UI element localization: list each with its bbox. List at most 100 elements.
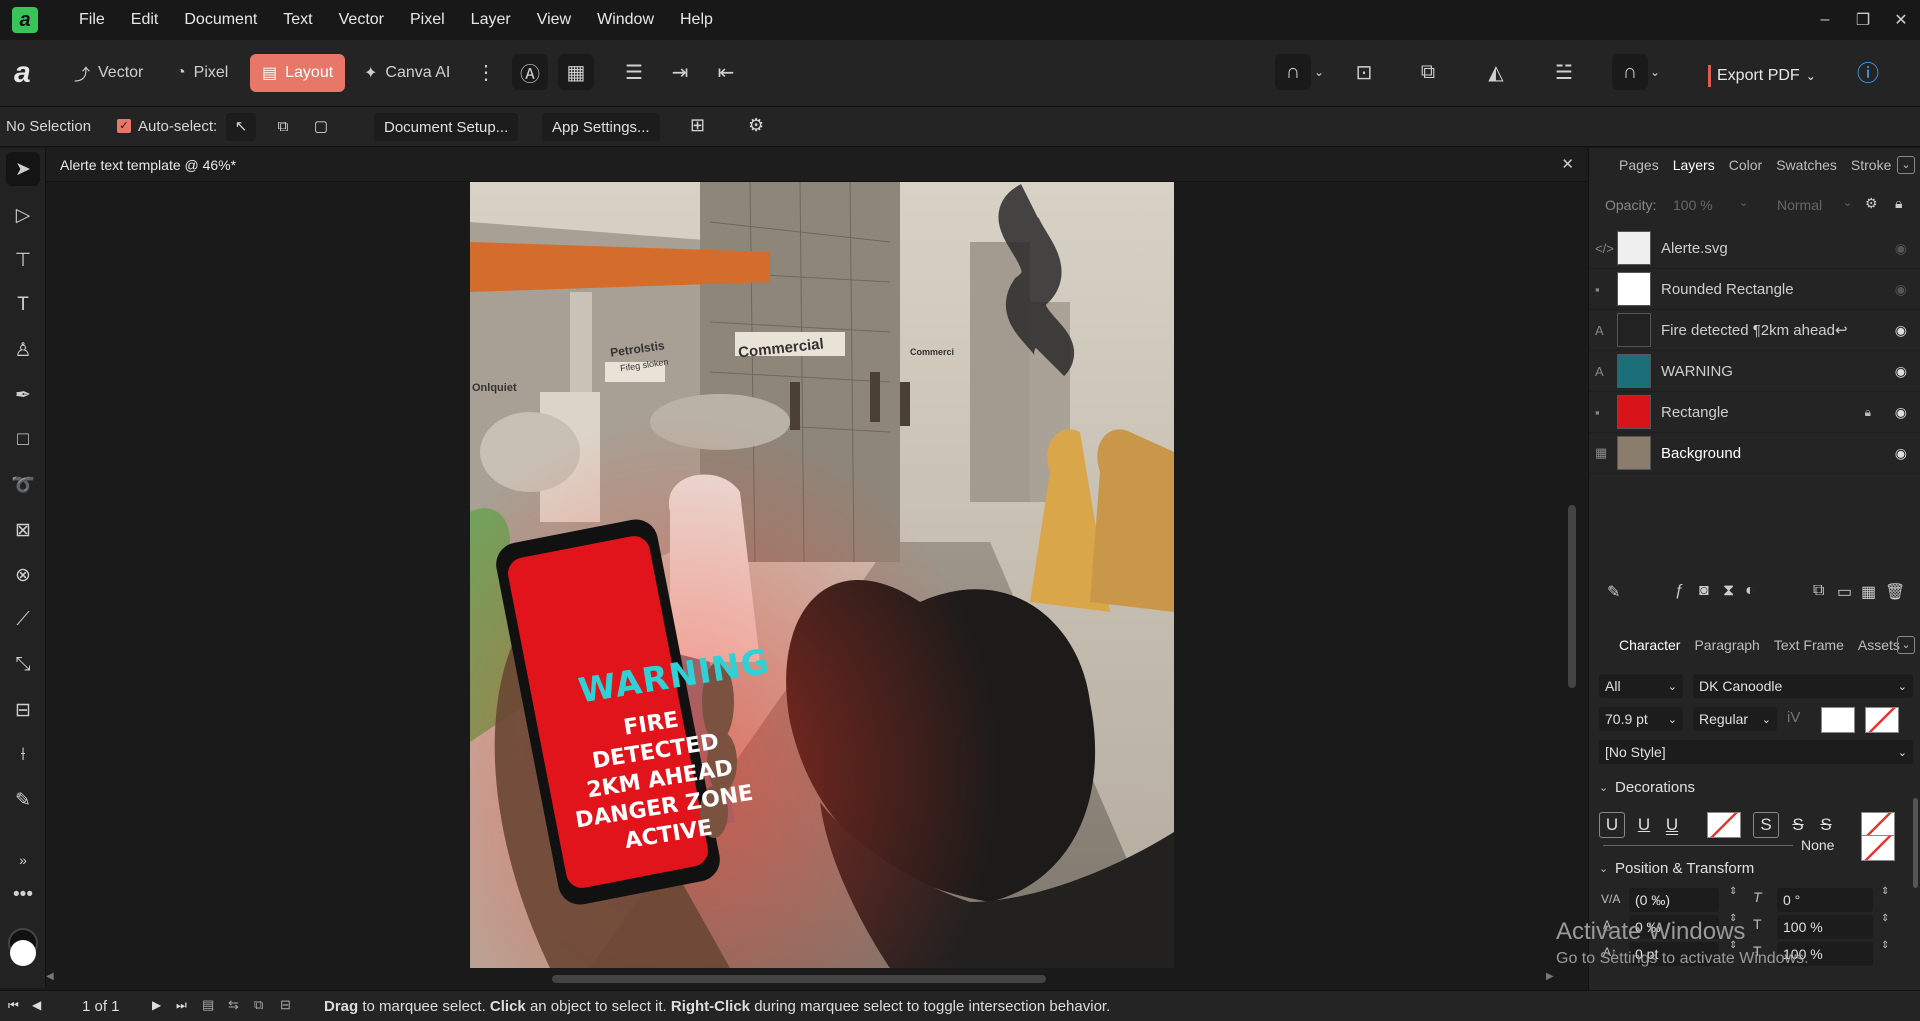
delete-layer-icon[interactable]: 🗑︎ xyxy=(1885,582,1905,602)
mask-icon[interactable]: ◙ xyxy=(1699,582,1709,600)
guides-icon[interactable]: ⊞ xyxy=(690,115,705,136)
layer-settings-icon[interactable]: ⚙ xyxy=(1865,195,1878,212)
tracking-field[interactable]: (0 ‰) xyxy=(1629,888,1719,912)
layer-row[interactable]: A Fire detected ¶2km ahead↩ ◉ xyxy=(1589,310,1920,351)
document-tab[interactable]: Alerte text template @ 46%* ✕ xyxy=(46,148,1586,182)
strikethrough-single-icon[interactable]: S xyxy=(1785,812,1811,838)
strikethrough-double-icon[interactable]: S xyxy=(1813,812,1839,838)
snapping-icon[interactable]: ∩ xyxy=(1275,54,1311,90)
underline-color-swatch[interactable] xyxy=(1707,812,1741,838)
auto-select-checkbox[interactable]: ✓ xyxy=(117,119,131,133)
move-tool-icon[interactable]: ➤ xyxy=(6,152,40,186)
font-family-select[interactable]: DK Canoodle ⌄ xyxy=(1693,674,1913,698)
outdent-icon[interactable]: ⇤ xyxy=(708,54,744,90)
decorations-title[interactable]: Decorations xyxy=(1615,779,1695,796)
grid-icon[interactable]: ▦ xyxy=(558,54,594,90)
pages-view-icon[interactable]: ⧉ xyxy=(254,997,263,1013)
menu-layer[interactable]: Layer xyxy=(458,11,524,29)
layer-row[interactable]: A WARNING ◉ xyxy=(1589,351,1920,392)
stamp-tool-icon[interactable]: ♙ xyxy=(6,333,40,367)
document-setup-button[interactable]: Document Setup... xyxy=(374,113,519,141)
fx-icon[interactable]: ƒ xyxy=(1675,582,1684,600)
tab-character[interactable]: Character xyxy=(1619,637,1680,653)
add-group-icon[interactable]: ▭ xyxy=(1837,582,1852,602)
restore-icon[interactable]: ❐ xyxy=(1844,10,1882,30)
opacity-dropdown-icon[interactable]: ⌄ xyxy=(1739,196,1748,209)
tab-color[interactable]: Color xyxy=(1729,157,1762,173)
decoration-fill-swatch[interactable] xyxy=(1861,835,1895,861)
tracking-stepper-icon[interactable]: ⇕ xyxy=(1729,886,1737,897)
select-pointer-icon[interactable]: ↖ xyxy=(226,113,256,141)
align-icon[interactable]: ☱ xyxy=(1546,54,1582,90)
canvas-area[interactable]: WARNING FIRE DETECTED 2KM AHEAD DANGER Z… xyxy=(46,182,1624,982)
tab-assets[interactable]: Assets xyxy=(1858,637,1900,653)
select-layer-icon[interactable]: ▢ xyxy=(306,113,336,141)
strikethrough-icon[interactable]: S xyxy=(1753,812,1779,838)
visibility-eye-icon[interactable]: ◉ xyxy=(1895,404,1907,421)
horizontal-scrollbar[interactable] xyxy=(552,975,1046,983)
shear-stepper-icon[interactable]: ⇕ xyxy=(1881,886,1889,897)
fill-tool-icon[interactable]: ✎ xyxy=(6,783,40,817)
table-tool-icon[interactable]: ⊟ xyxy=(6,693,40,727)
select-group-icon[interactable]: ⧉ xyxy=(268,113,298,141)
tab-paragraph[interactable]: Paragraph xyxy=(1694,637,1759,653)
scroll-right-icon[interactable]: ▶ xyxy=(1546,971,1554,982)
menu-document[interactable]: Document xyxy=(171,11,270,29)
panel-scrollbar[interactable] xyxy=(1913,798,1918,888)
spread-view-icon[interactable]: ⇆ xyxy=(228,997,239,1013)
snapping-dropdown-icon[interactable]: ⌄ xyxy=(1310,54,1328,90)
quick-action-icon[interactable]: ∩ xyxy=(1612,54,1648,90)
align-settings-icon[interactable]: ☰ xyxy=(616,54,652,90)
persona-vector[interactable]: ⤴ Vector xyxy=(62,54,155,92)
expand-tools-icon[interactable]: » xyxy=(6,843,40,877)
menu-help[interactable]: Help xyxy=(667,11,726,29)
visibility-eye-icon[interactable]: ◉ xyxy=(1895,363,1907,380)
menu-text[interactable]: Text xyxy=(270,11,325,29)
menu-view[interactable]: View xyxy=(524,11,584,29)
indent-icon[interactable]: ⇥ xyxy=(662,54,698,90)
hscale-stepper-icon[interactable]: ⇕ xyxy=(1881,940,1889,951)
export-pdf-button[interactable]: Export PDF ⌄ xyxy=(1708,60,1816,92)
quick-action-dropdown-icon[interactable]: ⌄ xyxy=(1646,54,1664,90)
transform-tool-icon[interactable]: ⤡ xyxy=(6,648,40,682)
first-page-icon[interactable]: ⏮ xyxy=(8,998,19,1013)
next-page-icon[interactable]: ▶ xyxy=(152,998,161,1012)
style-select[interactable]: [No Style] ⌄ xyxy=(1599,740,1913,764)
export-dropdown-icon[interactable]: ⌄ xyxy=(1806,69,1816,83)
underline-single-icon[interactable]: U xyxy=(1631,812,1657,838)
panel-collapse-icon[interactable]: ⌄ xyxy=(1897,156,1915,174)
vertical-scrollbar[interactable] xyxy=(1568,505,1576,688)
crop-tool-icon[interactable]: ⟋ xyxy=(6,603,40,637)
font-weight-select[interactable]: Regular ⌄ xyxy=(1693,707,1777,731)
edit-layer-icon[interactable]: ✎ xyxy=(1607,582,1620,602)
eyedropper-tool-icon[interactable]: ⟊ xyxy=(6,738,40,772)
app-settings-button[interactable]: App Settings... xyxy=(542,113,660,141)
blend-mode[interactable]: Normal xyxy=(1777,197,1822,213)
scope-select[interactable]: All ⌄ xyxy=(1599,674,1683,698)
transform-icon[interactable]: ⊡ xyxy=(1346,54,1382,90)
layer-row[interactable]: ▦ Background ◉ xyxy=(1589,433,1920,474)
frame-text-tool-icon[interactable]: ⊤ xyxy=(6,243,40,277)
scroll-left-icon[interactable]: ◀ xyxy=(46,971,54,982)
decoration-none[interactable]: None xyxy=(1801,837,1834,853)
text-stroke-swatch[interactable] xyxy=(1865,707,1899,733)
panel-collapse-icon-2[interactable]: ⌄ xyxy=(1897,636,1915,654)
opacity-value[interactable]: 100 % xyxy=(1673,197,1713,213)
settings-gear-icon[interactable]: ⚙ xyxy=(748,115,764,136)
menu-pixel[interactable]: Pixel xyxy=(397,11,458,29)
tab-stroke[interactable]: Stroke xyxy=(1851,157,1891,173)
layer-row[interactable]: ▪ Rectangle 🔒︎ ◉ xyxy=(1589,392,1920,433)
adjustment-icon[interactable]: ◐ xyxy=(1745,582,1755,600)
position-chevron-icon[interactable]: ⌄ xyxy=(1599,862,1608,875)
text-fill-swatch[interactable] xyxy=(1821,707,1855,733)
menu-window[interactable]: Window xyxy=(584,11,667,29)
more-options-icon[interactable]: ⋮ xyxy=(468,54,504,90)
decorations-chevron-icon[interactable]: ⌄ xyxy=(1599,781,1608,794)
layer-row[interactable]: </> Alerte.svg ◉ xyxy=(1589,228,1920,269)
preview-icon[interactable]: ⊟ xyxy=(280,997,291,1013)
menu-file[interactable]: File xyxy=(66,11,118,29)
last-page-icon[interactable]: ⏭ xyxy=(176,998,187,1013)
close-window-icon[interactable]: ✕ xyxy=(1882,10,1920,30)
tab-pages[interactable]: Pages xyxy=(1619,157,1659,173)
menu-edit[interactable]: Edit xyxy=(118,11,172,29)
